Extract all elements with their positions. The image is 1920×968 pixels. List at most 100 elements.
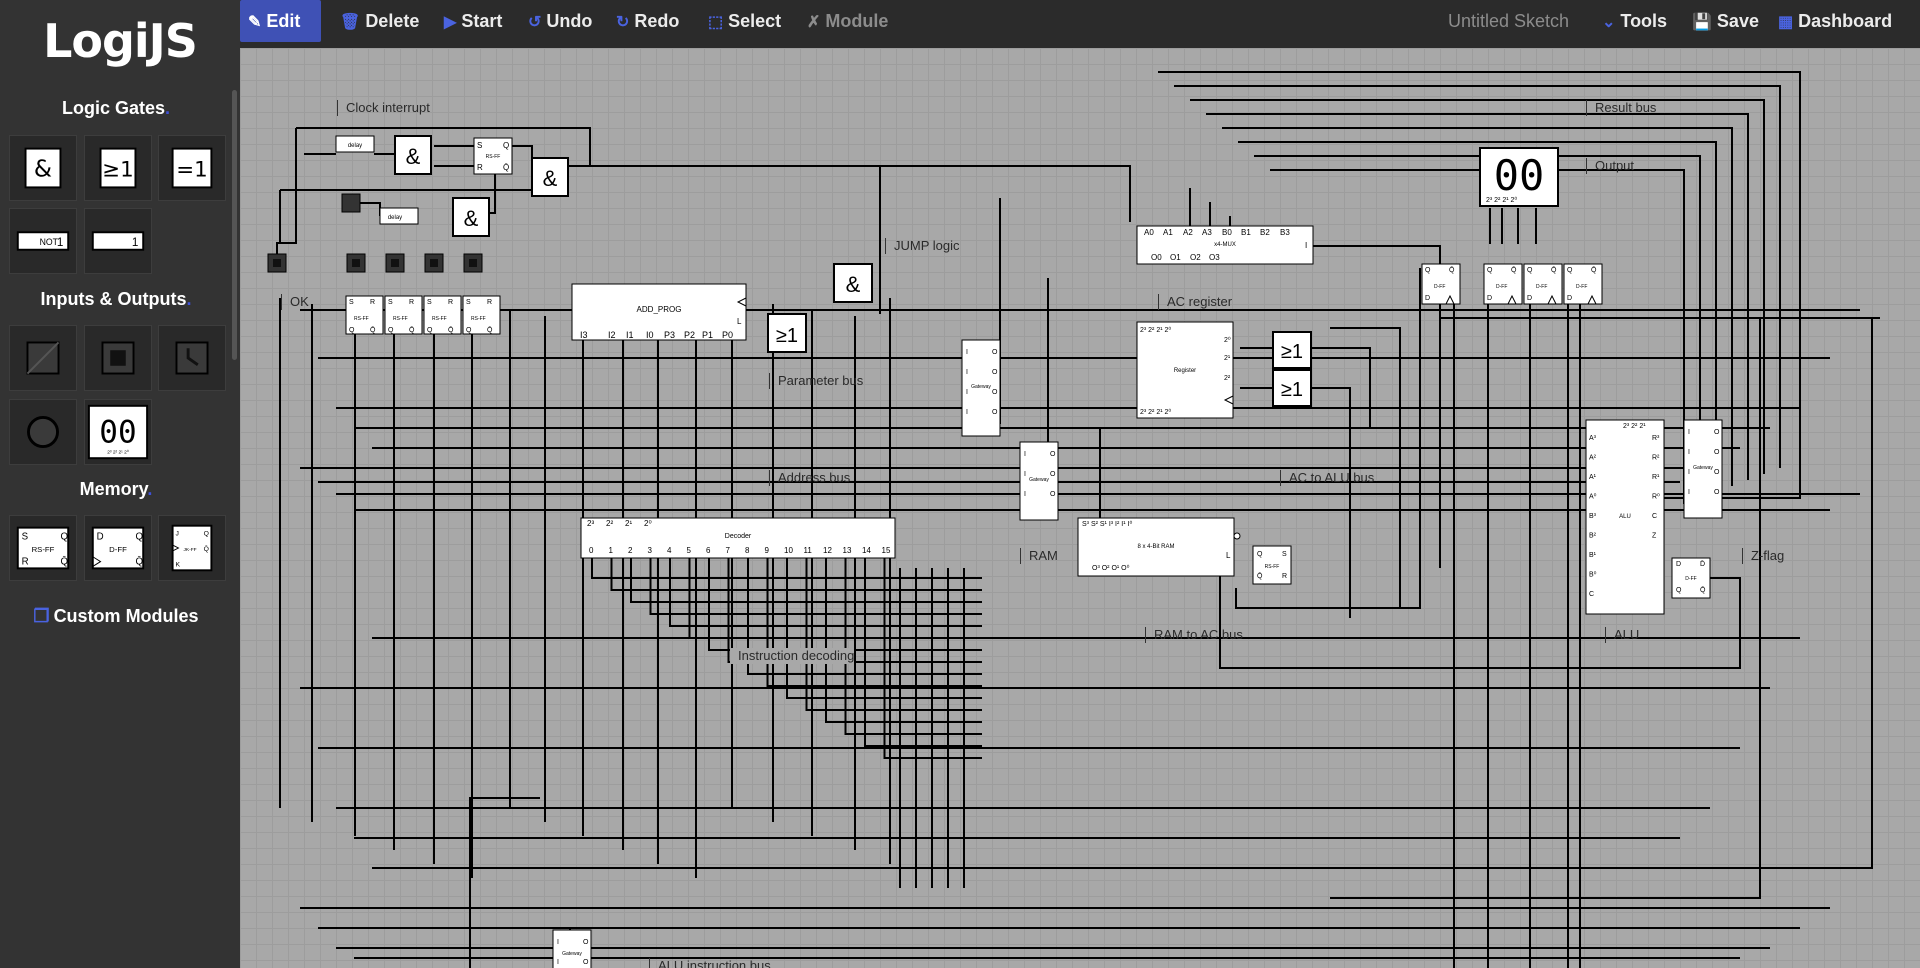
tool-and-gate[interactable]: & — [9, 135, 77, 201]
svg-text:I: I — [1024, 491, 1026, 498]
section-title-memory: Memory. — [79, 479, 153, 499]
svg-text:D: D — [1676, 561, 1681, 568]
label-alu[interactable]: ALU — [1605, 627, 1639, 643]
svg-text:Q: Q — [388, 327, 394, 334]
svg-text:Q̄: Q̄ — [135, 556, 143, 567]
save-button[interactable]: 💾 Save — [1684, 0, 1767, 42]
label-ram[interactable]: RAM — [1020, 548, 1058, 564]
edit-button[interactable]: ✎ Edit — [240, 0, 321, 42]
floppy-icon: 💾 — [1692, 14, 1712, 31]
svg-text:1: 1 — [609, 546, 614, 555]
svg-text:R²: R² — [1652, 455, 1660, 462]
label-alu-instruction-bus[interactable]: ALU instruction bus — [649, 958, 771, 968]
svg-text:Q̄: Q̄ — [60, 556, 68, 567]
sketch-name[interactable]: Untitled Sketch — [1440, 0, 1577, 42]
tool-jk-flipflop[interactable]: J Q K Q̄ JK-FF — [158, 515, 226, 581]
svg-text:A³: A³ — [1589, 435, 1597, 442]
svg-text:B¹: B¹ — [1589, 552, 1597, 559]
svg-text:I: I — [1688, 469, 1690, 476]
svg-text:D-FF: D-FF — [1576, 284, 1587, 290]
svg-text:8 x 4-Bit RAM: 8 x 4-Bit RAM — [1137, 544, 1174, 550]
tool-lamp-output[interactable] — [9, 399, 77, 465]
svg-text:RS-FF: RS-FF — [393, 316, 408, 322]
svg-text:&: & — [464, 206, 479, 231]
label-parameter-bus[interactable]: Parameter bus — [769, 373, 863, 389]
tool-xor-gate[interactable]: =1 — [158, 135, 226, 201]
label-address-bus[interactable]: Address bus — [769, 470, 850, 486]
svg-text:Q̄: Q̄ — [487, 326, 493, 334]
svg-text:R¹: R¹ — [1652, 474, 1660, 481]
svg-text:I2: I2 — [608, 330, 616, 340]
svg-text:RS-FF: RS-FF — [354, 316, 369, 322]
pencil-icon: ✎ — [248, 14, 262, 31]
svg-text:Q: Q — [1425, 267, 1431, 274]
label-ac-register[interactable]: AC register — [1158, 294, 1232, 310]
svg-text:C: C — [1589, 591, 1594, 598]
svg-text:O: O — [583, 939, 589, 946]
section-title-logic-gates: Logic Gates. — [61, 98, 171, 118]
svg-text:D: D — [97, 531, 104, 542]
svg-text:&: & — [543, 166, 558, 191]
svg-text:≥1: ≥1 — [102, 158, 133, 183]
svg-text:S: S — [427, 299, 432, 306]
svg-text:O: O — [992, 369, 998, 376]
svg-text:3: 3 — [648, 546, 653, 555]
label-output[interactable]: Output — [1586, 158, 1634, 174]
chevron-down-icon: ⌄ — [1602, 14, 1616, 31]
select-icon: ⬚ — [708, 14, 724, 31]
svg-text:O³ O² O¹ O⁰: O³ O² O¹ O⁰ — [1092, 564, 1130, 572]
tool-buffer-gate[interactable]: 1 — [84, 208, 152, 274]
svg-text:12: 12 — [823, 546, 832, 555]
tools-button[interactable]: ⌄ Tools — [1594, 0, 1675, 42]
svg-text:I: I — [1688, 489, 1690, 496]
tool-clock-input[interactable] — [158, 325, 226, 391]
svg-text:15: 15 — [882, 546, 891, 555]
label-ac-to-alu-bus[interactable]: AC to ALU bus — [1280, 470, 1374, 486]
tool-segment-display[interactable]: 00 2³ 2² 2¹ 2⁰ — [84, 399, 152, 465]
tool-button-input[interactable] — [84, 325, 152, 391]
svg-text:P3: P3 — [664, 330, 675, 340]
tool-switch-input[interactable] — [9, 325, 77, 391]
redo-button[interactable]: ↻ Redo — [608, 0, 687, 42]
delete-button[interactable]: 🗑 Delete — [332, 0, 427, 42]
svg-text:Q: Q — [1527, 267, 1533, 274]
label-result-bus[interactable]: Result bus — [1586, 100, 1656, 116]
undo-button[interactable]: ↺ Undo — [520, 0, 600, 42]
svg-text:2³ 2² 2¹ 2⁰: 2³ 2² 2¹ 2⁰ — [107, 449, 129, 455]
svg-text:11: 11 — [804, 546, 813, 555]
tool-not-gate[interactable]: NOT 1 — [9, 208, 77, 274]
svg-text:B1: B1 — [1241, 228, 1251, 237]
svg-text:A²: A² — [1589, 455, 1597, 462]
dashboard-button[interactable]: ▦ Dashboard — [1770, 0, 1900, 42]
svg-text:2²: 2² — [1224, 375, 1231, 382]
label-ram-to-ac-bus[interactable]: RAM to AC bus — [1145, 627, 1243, 643]
tool-rs-flipflop[interactable]: S Q R Q̄ RS-FF — [9, 515, 77, 581]
rs-flipflop-row: S RQ Q̄RS-FFS RQ Q̄RS-FFS RQ Q̄RS-FFS RQ Q̄RS-FF — [345, 295, 501, 335]
label-z-flag[interactable]: Z-flag — [1742, 548, 1784, 564]
label-jump-logic[interactable]: JUMP logic — [885, 238, 960, 254]
label-instruction-decoding[interactable]: Instruction decoding — [730, 648, 855, 664]
sidebar: LogiJS Logic Gates. & ≥1 =1 NOT 1 1 Input… — [0, 0, 240, 968]
select-button[interactable]: ⬚ Select — [700, 0, 789, 42]
svg-text:Q: Q — [349, 327, 355, 334]
svg-text:R: R — [448, 299, 453, 306]
start-button[interactable]: ▶ Start — [436, 0, 510, 42]
clock-input[interactable] — [341, 193, 361, 213]
svg-text:K: K — [176, 561, 181, 568]
toolbar: ✎ Edit 🗑 Delete ▶ Start ↺ Undo ↻ Redo ⬚ Select… — [240, 0, 1920, 48]
module-button[interactable]: ✗ Module — [799, 0, 896, 42]
svg-text:P1: P1 — [702, 330, 713, 340]
svg-text:Gateway: Gateway — [1029, 477, 1049, 483]
svg-text:A¹: A¹ — [1589, 474, 1597, 481]
wrench-icon: ✗ — [807, 14, 821, 31]
label-clock-interrupt[interactable]: Clock interrupt — [337, 100, 430, 116]
custom-modules-button[interactable]: ❐ Custom Modules — [0, 606, 232, 627]
label-ok[interactable]: OK — [281, 294, 309, 310]
svg-text:9: 9 — [765, 546, 770, 555]
tool-d-flipflop[interactable]: D Q Q̄ D-FF — [84, 515, 152, 581]
tool-or-gate[interactable]: ≥1 — [84, 135, 152, 201]
svg-text:00: 00 — [99, 415, 136, 451]
sidebar-scrollbar[interactable] — [232, 90, 237, 360]
sketch-canvas[interactable]: delay delay & & & S Q R Q̄ RS-FF S R Q Q̄ RS-FF… — [240, 48, 1920, 968]
svg-text:Gateway: Gateway — [971, 384, 991, 390]
